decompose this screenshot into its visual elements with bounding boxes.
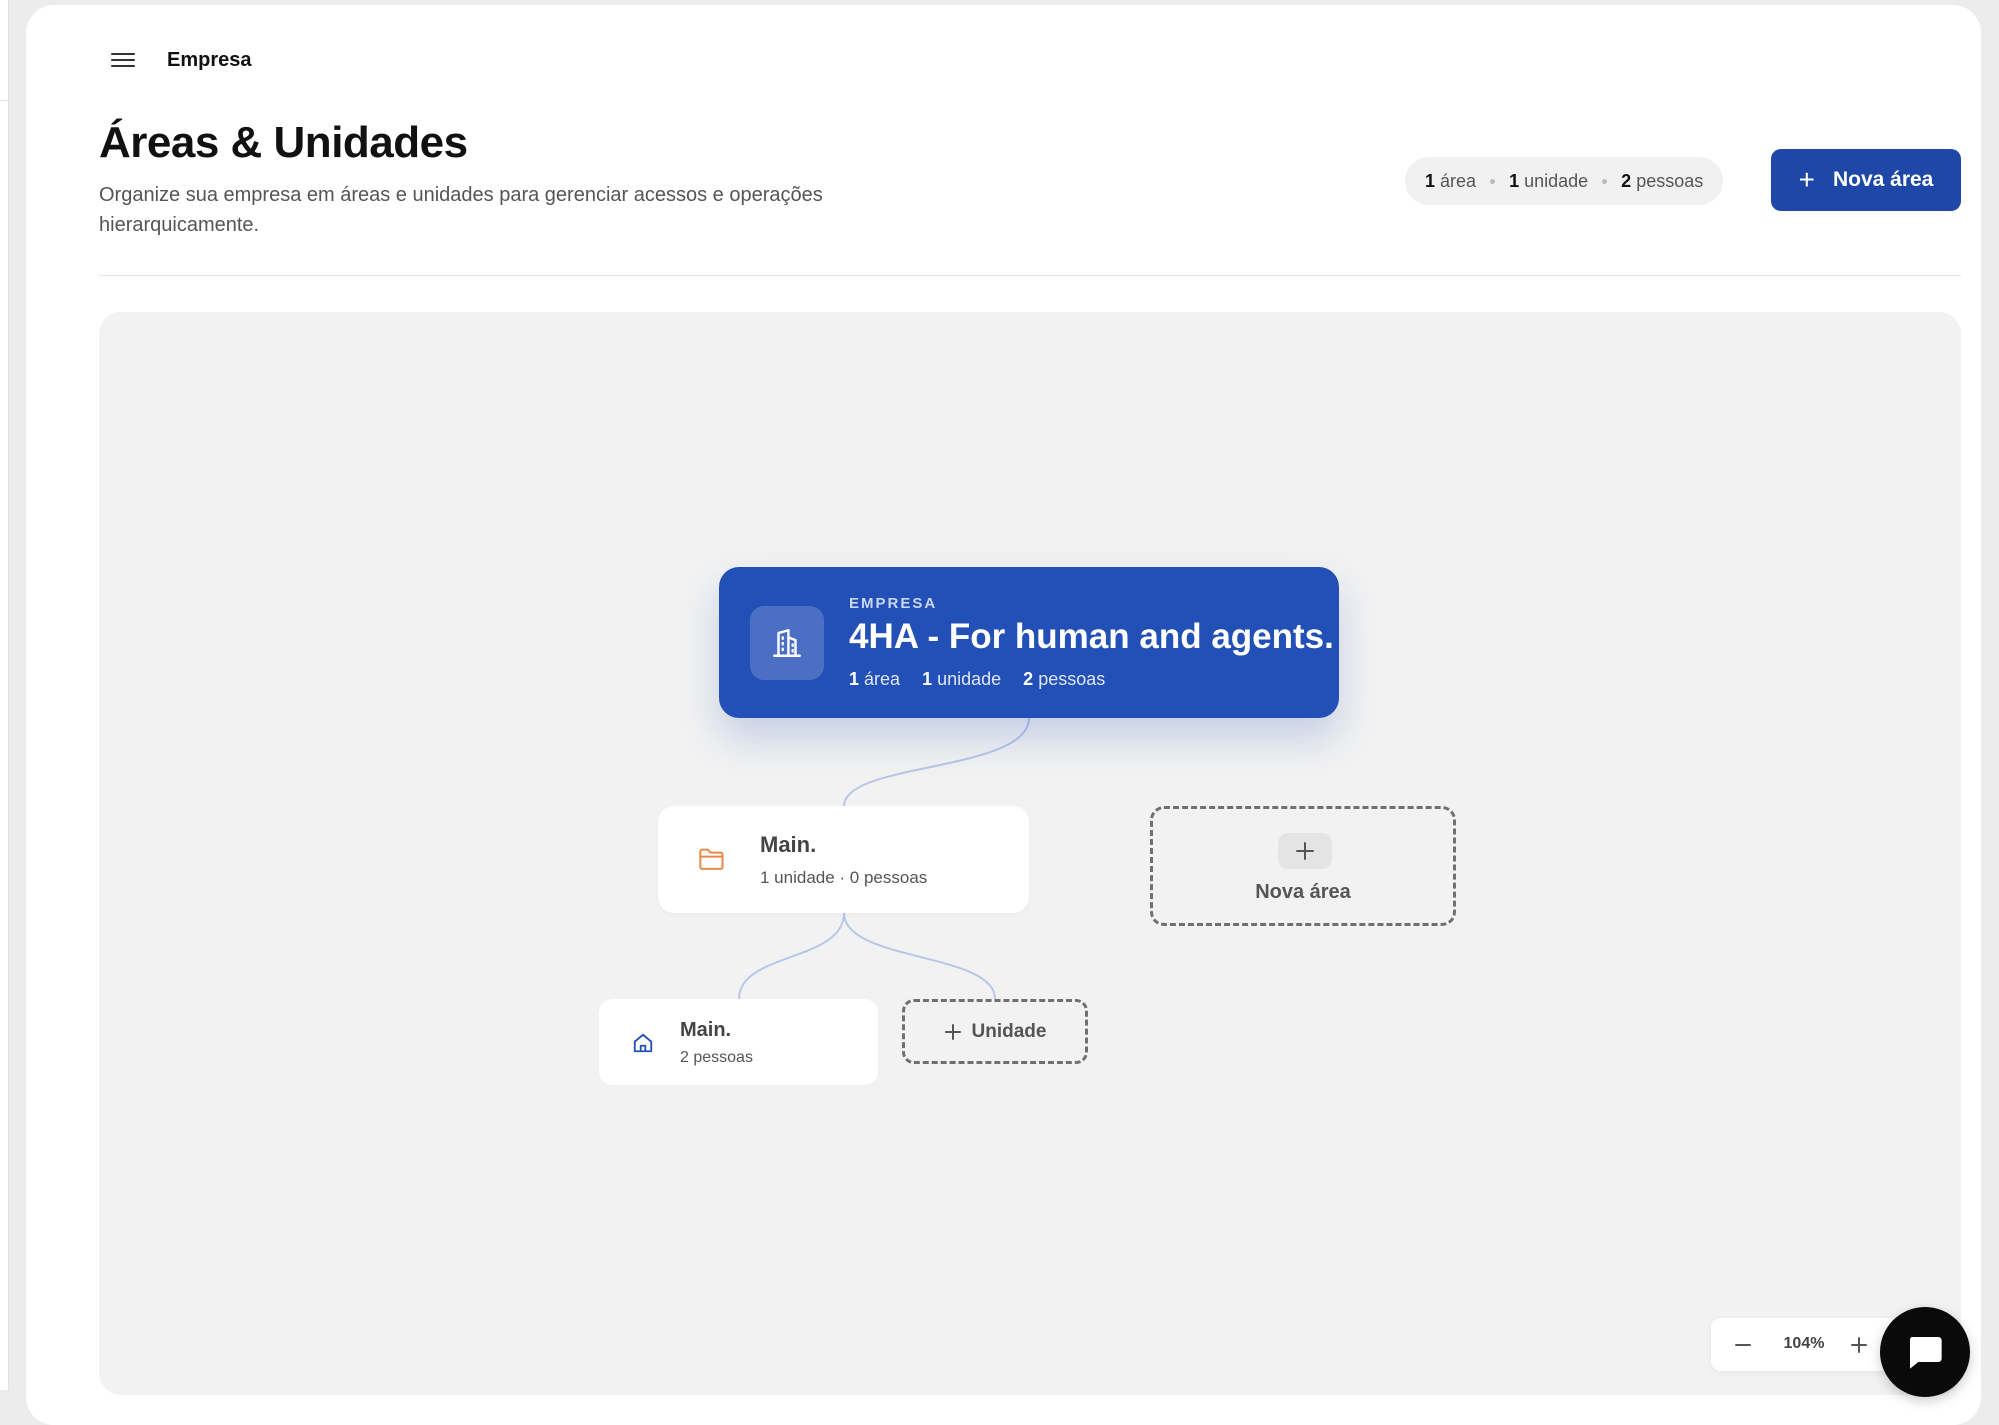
company-eyebrow: EMPRESA [849, 595, 938, 612]
chat-button[interactable] [1880, 1307, 1970, 1397]
left-sidebar-edge [0, 0, 9, 1390]
unit-card[interactable]: Main. 2 pessoas [599, 999, 878, 1085]
menu-icon[interactable] [111, 51, 137, 69]
company-units: 1 unidade [922, 669, 1002, 689]
new-area-card[interactable]: Nova área [1150, 806, 1456, 926]
company-name: 4HA - For human and agents. [849, 617, 1334, 656]
area-card[interactable]: Main. 1 unidade · 0 pessoas [658, 806, 1029, 913]
tree-connectors [738, 717, 1030, 1000]
unit-meta: 2 pessoas [680, 1049, 753, 1066]
summary-stats: 1 área 1 unidade 2 pessoas [1405, 157, 1724, 205]
company-people: 2 pessoas [1023, 669, 1106, 689]
plus-icon [1278, 833, 1332, 869]
plus-icon: + [1798, 164, 1815, 195]
add-unit-button[interactable]: Unidade [902, 999, 1088, 1064]
company-stats: 1 área 1 unidade 2 pessoas [849, 669, 1105, 690]
summary-people: 2 pessoas [1621, 170, 1704, 191]
chat-icon [1909, 1337, 1942, 1369]
breadcrumb: Empresa [167, 48, 252, 71]
new-area-card-label: Nova área [1255, 881, 1351, 903]
summary-areas: 1 área [1425, 170, 1477, 191]
connector-area-unit [738, 912, 845, 1000]
separator-dot [1490, 178, 1496, 184]
area-meta: 1 unidade · 0 pessoas [760, 868, 928, 887]
plus-icon [944, 1023, 961, 1040]
summary-units: 1 unidade [1509, 170, 1589, 191]
page-title: Áreas & Unidades [99, 118, 468, 167]
zoom-level: 104% [1783, 1335, 1825, 1352]
zoom-out-icon[interactable] [1729, 1331, 1757, 1359]
add-unit-label: Unidade [971, 1020, 1047, 1042]
top-bar: Empresa [111, 45, 252, 75]
page-subtitle: Organize sua empresa em áreas e unidades… [99, 184, 823, 236]
folder-icon [698, 846, 726, 877]
new-area-button[interactable]: + Nova área [1771, 149, 1961, 211]
connector-company-area [843, 717, 1030, 807]
org-canvas[interactable]: EMPRESA 4HA - For human and agents. 1 ár… [99, 312, 1961, 1395]
zoom-in-icon[interactable] [1845, 1331, 1873, 1359]
header-divider [99, 275, 1961, 276]
company-card[interactable]: EMPRESA 4HA - For human and agents. 1 ár… [719, 567, 1339, 718]
new-area-button-label: Nova área [1832, 168, 1934, 191]
connector-area-add-unit [843, 912, 996, 1000]
main-panel: Empresa Áreas & Unidades Organize sua em… [26, 5, 1981, 1425]
area-title: Main. [760, 832, 817, 857]
separator-dot [1602, 178, 1608, 184]
building-icon [750, 606, 824, 680]
unit-title: Main. [680, 1019, 732, 1041]
home-icon [632, 1032, 654, 1059]
company-areas: 1 área [849, 669, 901, 689]
